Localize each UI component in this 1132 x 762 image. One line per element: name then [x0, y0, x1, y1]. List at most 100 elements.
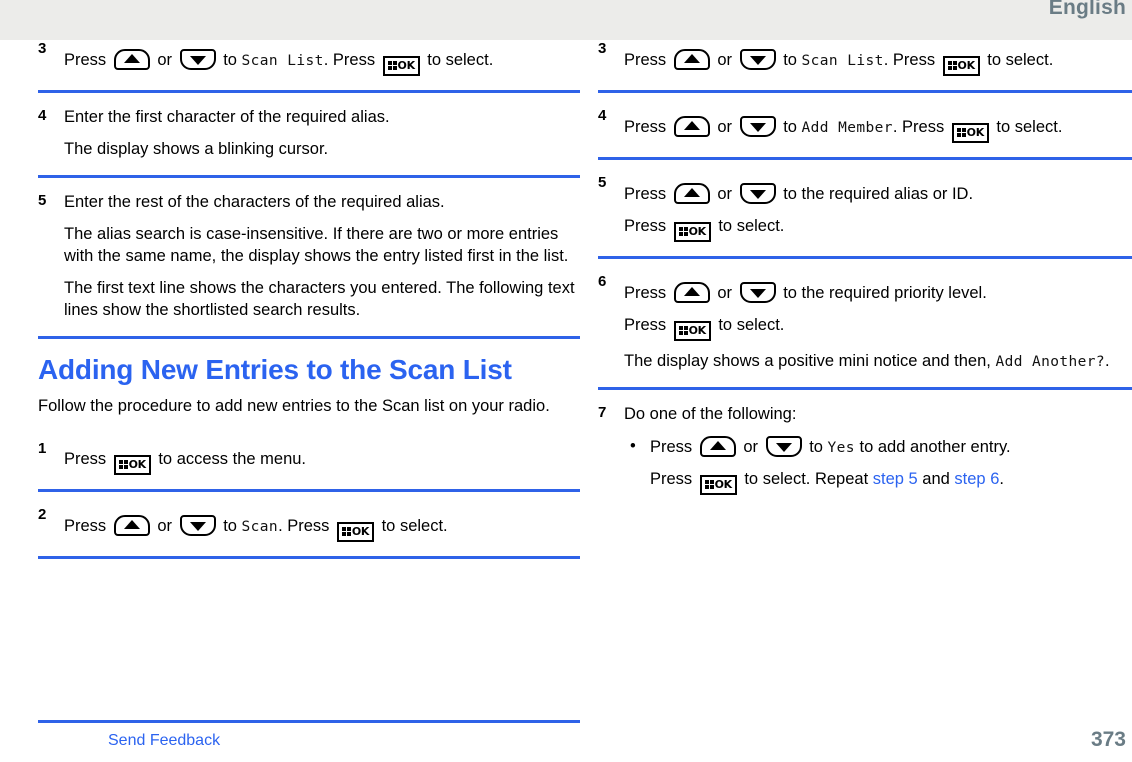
- text-run: to add another entry.: [854, 437, 1011, 456]
- menu-grid-icon: [956, 128, 966, 137]
- menu-ok-button-icon: OK: [942, 56, 980, 76]
- procedure-step: 5 Press or to the required alias or ID. Pr…: [598, 174, 1132, 242]
- paragraph: Press OK to select.: [624, 216, 1132, 242]
- text-run: or: [712, 118, 737, 136]
- up-arrow-button-icon: [673, 281, 710, 303]
- paragraph: Enter the first character of the require…: [64, 107, 580, 129]
- text-run: to select.: [422, 51, 494, 69]
- page-footer: Send Feedback 373: [0, 720, 1132, 762]
- paragraph: Press OK to access the menu.: [64, 449, 580, 476]
- step-cross-reference-link[interactable]: step 5: [873, 470, 918, 488]
- step-body: Press or to the required alias or ID. Pre…: [624, 174, 1132, 242]
- text-run: Press: [64, 517, 111, 536]
- text-run: The display shows a positive mini notice…: [624, 351, 996, 370]
- menu-ok-button-icon: OK: [113, 455, 151, 476]
- section-heading: Adding New Entries to the Scan List: [38, 353, 512, 385]
- text-run: Press: [650, 437, 697, 456]
- paragraph: Press or to the required alias or ID.: [624, 183, 1132, 206]
- procedure-step: 1 Press OK to access the menu.: [38, 440, 580, 476]
- text-run: . Press: [278, 517, 335, 536]
- paragraph: Press or to Yes to add another entry.: [650, 435, 1132, 459]
- paragraph: Press or to the required priority level.: [624, 281, 1132, 305]
- menu-grid-icon: [678, 325, 688, 335]
- bullet-item: • Press or to Yes to add another entry. Pr…: [624, 435, 1132, 495]
- down-arrow-button-icon: [179, 515, 216, 537]
- text-run: Do one of the following:: [624, 404, 797, 423]
- up-arrow-button-icon: [113, 49, 150, 70]
- procedure-step: 3 Press or to Scan List. Press OK to sele…: [38, 40, 580, 76]
- text-run: Press: [624, 283, 671, 302]
- procedure-step: 2 Press or to Scan. Press OK to select.: [38, 506, 580, 543]
- text-run: Press: [624, 216, 671, 235]
- text-run: Enter the rest of the characters of the …: [64, 192, 445, 211]
- ok-label: OK: [351, 525, 370, 539]
- page-content: 3 Press or to Scan List. Press OK to sele…: [0, 40, 1132, 720]
- paragraph: Press or to Scan. Press OK to select.: [64, 515, 580, 543]
- text-run: The alias search is case-insensitive. If…: [64, 224, 569, 265]
- text-run: to: [778, 51, 802, 69]
- header-language-label: English: [1048, 0, 1126, 19]
- text-run: . Press: [883, 51, 940, 69]
- text-run: to: [804, 437, 828, 456]
- text-run: Press: [624, 51, 671, 69]
- display-text: Add Another?: [995, 353, 1106, 370]
- text-run: or: [712, 51, 737, 69]
- paragraph: Press or to Scan List. Press OK to selec…: [64, 49, 580, 76]
- display-text: Scan List: [801, 53, 884, 69]
- menu-ok-button-icon: OK: [699, 474, 737, 495]
- ok-label: OK: [688, 323, 707, 337]
- text-run: to: [218, 51, 242, 69]
- step-body: Press or to the required priority level.…: [624, 273, 1132, 373]
- procedure-step: 3 Press or to Scan List. Press OK to sele…: [598, 40, 1132, 76]
- text-run: or: [712, 283, 737, 302]
- paragraph: The display shows a positive mini notice…: [624, 351, 1132, 373]
- display-text: Scan List: [241, 53, 324, 69]
- page-number: 373: [1090, 728, 1126, 751]
- text-run: . Press: [892, 118, 949, 136]
- step-number: 3: [38, 40, 47, 57]
- bullet-list: • Press or to Yes to add another entry. Pr…: [624, 435, 1132, 495]
- bullet-dot-icon: •: [630, 436, 636, 455]
- right-column: 3 Press or to Scan List. Press OK to sele…: [598, 40, 1132, 495]
- procedure-step: 4 Press or to Add Member. Press OK to sel…: [598, 107, 1132, 143]
- text-run: Enter the first character of the require…: [64, 108, 390, 126]
- paragraph: Press OK to select.: [624, 315, 1132, 341]
- down-arrow-button-icon: [739, 183, 776, 204]
- paragraph: Press OK to select. Repeat step 5 and st…: [650, 469, 1132, 495]
- menu-grid-icon: [678, 226, 688, 236]
- procedure-step: 4 Enter the first character of the requir…: [38, 107, 580, 161]
- text-run: to select.: [982, 51, 1054, 69]
- text-run: Press: [624, 185, 671, 203]
- down-arrow-button-icon: [739, 116, 776, 137]
- page-header-band: English: [0, 0, 1132, 40]
- text-run: or: [712, 185, 737, 203]
- step-number: 5: [38, 191, 47, 209]
- menu-ok-button-icon: OK: [337, 522, 375, 543]
- step-body: Press OK to access the menu.: [64, 440, 580, 476]
- ok-label: OK: [957, 59, 976, 72]
- send-feedback-link[interactable]: Send Feedback: [108, 732, 220, 750]
- menu-ok-button-icon: OK: [673, 221, 711, 242]
- paragraph: The first text line shows the characters…: [64, 278, 580, 322]
- text-run: Press: [64, 450, 111, 469]
- text-run: and: [917, 469, 955, 488]
- step-body: Press or to Add Member. Press OK to sele…: [624, 107, 1132, 143]
- step-cross-reference-link[interactable]: step 6: [954, 470, 999, 488]
- menu-grid-icon: [947, 61, 957, 70]
- display-text: Scan: [241, 519, 279, 536]
- text-run: The first text line shows the characters…: [64, 278, 575, 319]
- step-body: Press or to Scan. Press OK to select.: [64, 506, 580, 543]
- text-run: Press: [64, 51, 111, 69]
- step-body: Enter the rest of the characters of the …: [64, 192, 580, 322]
- text-run: to: [778, 118, 802, 136]
- text-run: .: [999, 469, 1004, 488]
